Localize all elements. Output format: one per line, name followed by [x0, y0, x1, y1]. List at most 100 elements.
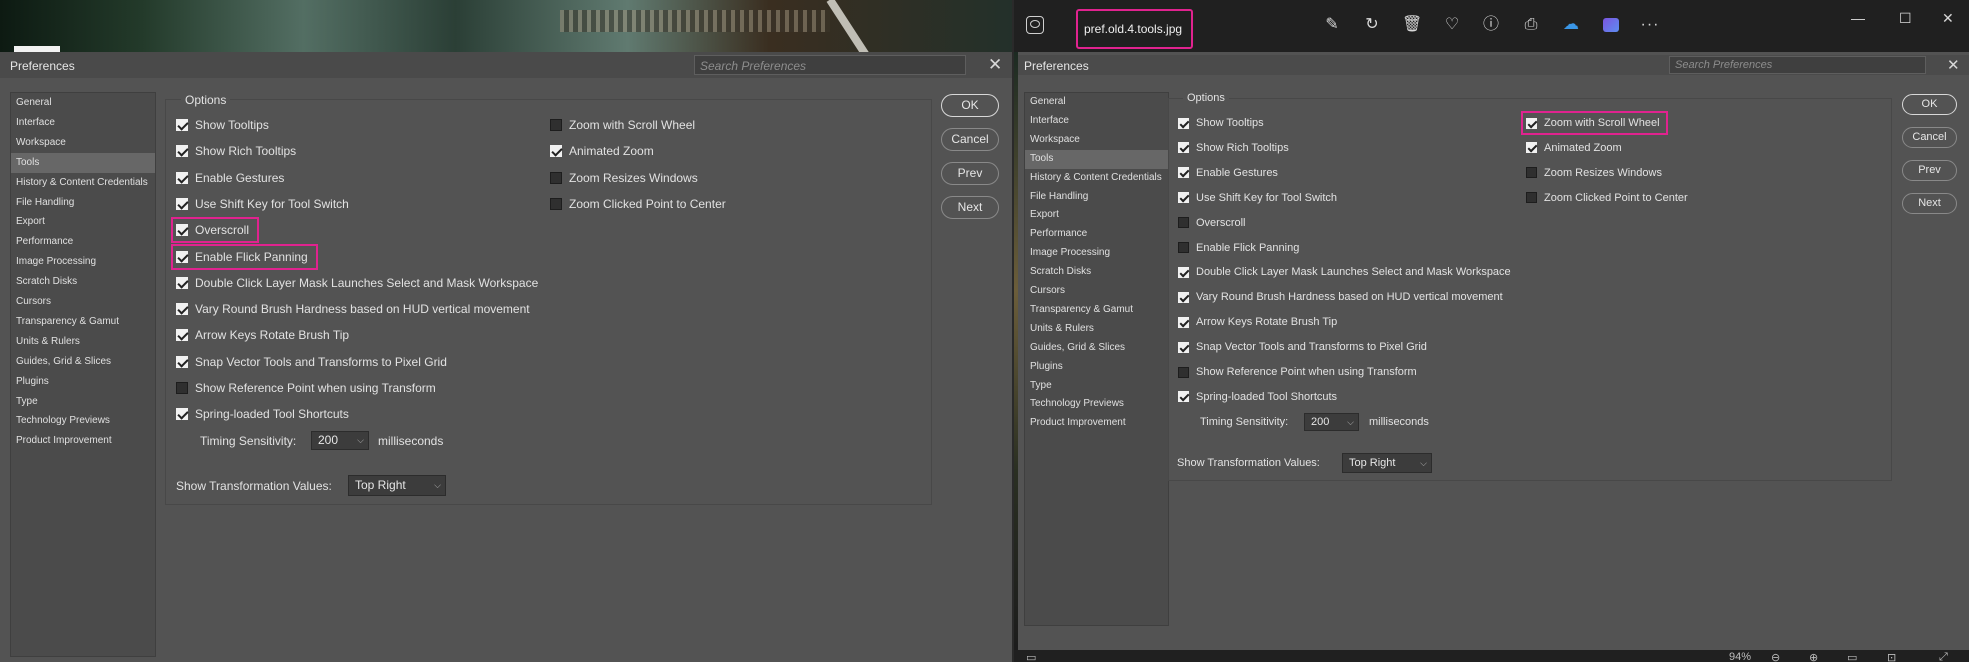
maximize-icon[interactable]: ☐ — [1899, 10, 1912, 27]
chevron-down-icon[interactable]: ⌵ — [434, 476, 441, 495]
option-checkbox: Enable Flick Panning — [1175, 238, 1305, 258]
option-label: Animated Zoom — [1544, 141, 1622, 154]
checked-box-icon[interactable] — [176, 224, 188, 237]
unchecked-box-icon[interactable] — [176, 382, 188, 394]
edit-icon[interactable]: ✎ — [1322, 15, 1342, 35]
option-checkbox[interactable]: Animated Zoom — [547, 140, 662, 162]
sidebar-item: Image Processing — [1030, 247, 1111, 259]
cancel-button[interactable]: Cancel — [941, 128, 999, 151]
option-checkbox[interactable]: Arrow Keys Rotate Brush Tip — [173, 324, 357, 346]
sidebar-item: Interface — [1030, 114, 1069, 126]
checked-box-icon[interactable] — [176, 303, 188, 316]
sidebar-item[interactable]: Interface — [11, 113, 155, 133]
sidebar-item[interactable]: Image Processing — [11, 252, 155, 272]
onedrive-icon[interactable]: ☁ — [1561, 15, 1581, 35]
option-checkbox: Animated Zoom — [1523, 138, 1628, 158]
search-input[interactable]: Search Preferences — [1669, 56, 1926, 74]
info-icon[interactable]: ⓘ — [1481, 15, 1501, 35]
sidebar-item[interactable]: Units & Rulers — [11, 332, 155, 352]
sidebar-item[interactable]: Plugins — [11, 372, 155, 392]
sidebar-item[interactable]: Type — [11, 392, 155, 412]
fit-icon[interactable]: ▭ — [1847, 651, 1857, 662]
close-icon[interactable]: ✕ — [988, 56, 1002, 73]
transformation-values-label: Show Transformation Values: — [1177, 457, 1320, 469]
timing-sensitivity-input[interactable]: 200 ⌵ — [311, 431, 369, 450]
checked-box-icon[interactable] — [176, 145, 188, 158]
slideshow-icon[interactable]: ▭ — [1026, 651, 1036, 662]
sidebar-item[interactable]: Cursors — [11, 292, 155, 312]
sidebar-item[interactable]: Export — [11, 212, 155, 232]
option-checkbox[interactable]: Enable Gestures — [173, 167, 292, 189]
sidebar-item: Units & Rulers — [1030, 322, 1094, 334]
unchecked-box-icon[interactable] — [550, 171, 562, 184]
more-icon[interactable]: ··· — [1640, 15, 1660, 35]
ok-button: OK — [1902, 94, 1957, 115]
checked-box-icon[interactable] — [176, 329, 188, 342]
minimize-icon[interactable]: — — [1851, 10, 1865, 26]
transformation-values-label: Show Transformation Values: — [176, 479, 332, 493]
sidebar-item[interactable]: History & Content Credentials — [11, 173, 155, 193]
zoom-out-icon[interactable]: ⊖ — [1771, 651, 1780, 662]
sidebar-item[interactable]: Product Improvement — [11, 431, 155, 451]
sidebar-item: Product Improvement — [1030, 417, 1126, 429]
search-input[interactable]: Search Preferences — [694, 55, 966, 75]
print-icon[interactable]: ⎙ — [1521, 15, 1541, 35]
sidebar-item[interactable]: Guides, Grid & Slices — [11, 352, 155, 372]
sidebar-item[interactable]: Transparency & Gamut — [11, 312, 155, 332]
option-checkbox: Show Rich Tooltips — [1175, 138, 1295, 158]
fullscreen-icon[interactable]: ⤢ — [1939, 651, 1948, 662]
clipchamp-icon[interactable] — [1601, 15, 1621, 35]
option-checkbox[interactable]: Show Reference Point when using Transfor… — [173, 377, 444, 399]
unchecked-box-icon[interactable] — [550, 197, 562, 210]
option-label: Snap Vector Tools and Transforms to Pixe… — [195, 354, 447, 369]
checked-box-icon[interactable] — [176, 408, 188, 421]
close-window-icon[interactable]: ✕ — [1942, 10, 1954, 27]
option-checkbox[interactable]: Vary Round Brush Hardness based on HUD v… — [173, 298, 538, 320]
checked-box-icon[interactable] — [176, 250, 188, 263]
checked-box-icon[interactable] — [176, 197, 188, 210]
zoom-in-icon[interactable]: ⊕ — [1809, 651, 1818, 662]
transformation-values-value: Top Right — [355, 478, 406, 492]
chevron-down-icon[interactable]: ⌵ — [357, 432, 364, 449]
option-checkbox[interactable]: Snap Vector Tools and Transforms to Pixe… — [173, 351, 455, 373]
option-checkbox[interactable]: Zoom with Scroll Wheel — [547, 114, 703, 136]
gallery-icon[interactable] — [1026, 16, 1044, 34]
favorite-icon[interactable]: ♡ — [1442, 15, 1462, 35]
sidebar-item: Technology Previews — [1030, 398, 1124, 410]
right-screenshot: pref.old.4.tools.jpg ✎ ↻ 🗑 ♡ ⓘ ⎙ ☁ ··· —… — [1014, 0, 1969, 662]
option-checkbox[interactable]: Show Tooltips — [173, 114, 277, 136]
option-checkbox[interactable]: Enable Flick Panning — [171, 243, 318, 270]
option-checkbox[interactable]: Double Click Layer Mask Launches Select … — [173, 272, 546, 294]
transformation-values-select[interactable]: Top Right ⌵ — [348, 475, 446, 496]
next-button[interactable]: Next — [941, 196, 999, 219]
sidebar-item[interactable]: Performance — [11, 232, 155, 252]
sidebar-item[interactable]: Scratch Disks — [11, 272, 155, 292]
milliseconds-label: milliseconds — [1369, 416, 1429, 428]
sidebar-item[interactable]: Technology Previews — [11, 411, 155, 431]
sidebar-item: Export — [1030, 209, 1059, 221]
option-label: Enable Flick Panning — [195, 249, 308, 264]
sidebar-item[interactable]: File Handling — [11, 193, 155, 213]
ok-button[interactable]: OK — [941, 94, 999, 117]
checked-box-icon[interactable] — [176, 119, 188, 131]
option-checkbox[interactable]: Spring-loaded Tool Shortcuts — [173, 403, 357, 425]
actual-size-icon[interactable]: ⊡ — [1887, 651, 1896, 662]
rotate-icon[interactable]: ↻ — [1362, 15, 1382, 35]
option-checkbox[interactable]: Zoom Resizes Windows — [547, 167, 706, 189]
option-checkbox[interactable]: Zoom Clicked Point to Center — [547, 193, 734, 215]
sidebar-item[interactable]: Tools — [11, 152, 155, 173]
sidebar-item[interactable]: Workspace — [11, 133, 155, 153]
option-checkbox[interactable]: Use Shift Key for Tool Switch — [173, 193, 357, 215]
checked-box-icon[interactable] — [176, 355, 188, 368]
delete-icon[interactable]: 🗑 — [1402, 15, 1422, 35]
checked-box-icon[interactable] — [550, 145, 562, 158]
checked-box-icon[interactable] — [176, 276, 188, 289]
option-checkbox[interactable]: Overscroll — [170, 217, 260, 244]
option-label: Show Rich Tooltips — [195, 144, 297, 159]
checked-box-icon — [1178, 291, 1189, 303]
sidebar-item[interactable]: General — [11, 93, 155, 113]
unchecked-box-icon[interactable] — [550, 119, 562, 131]
prev-button[interactable]: Prev — [941, 162, 999, 185]
checked-box-icon[interactable] — [176, 171, 188, 184]
option-checkbox[interactable]: Show Rich Tooltips — [173, 140, 304, 162]
